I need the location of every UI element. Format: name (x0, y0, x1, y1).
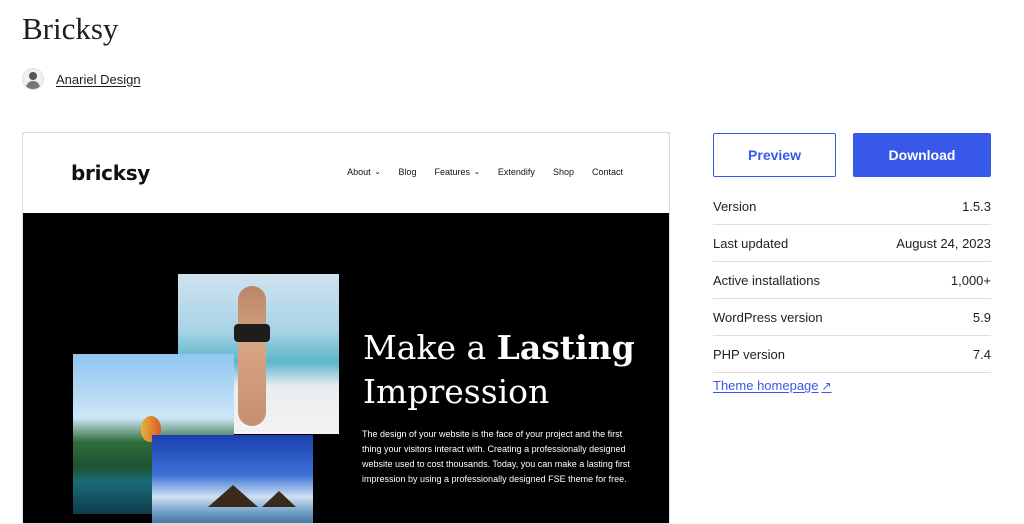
preview-hero-text: The design of your website is the face o… (362, 429, 630, 484)
preview-nav-features: Features ⌄ (434, 167, 480, 177)
preview-nav-about: About ⌄ (347, 167, 381, 177)
external-link-icon: ↗ (821, 378, 832, 393)
meta-row-php-version: PHP version 7.4 (713, 336, 991, 373)
meta-row-active-installations: Active installations 1,000+ (713, 262, 991, 299)
preview-site-nav: About ⌄ Blog Features ⌄ Extendify Shop Con… (329, 167, 623, 177)
chevron-down-icon: ⌄ (374, 169, 381, 176)
theme-screenshot: bricksy About ⌄ Blog Features ⌄ Extendify … (22, 132, 670, 524)
download-button[interactable]: Download (853, 133, 991, 177)
author-avatar (22, 68, 44, 90)
theme-homepage-link[interactable]: Theme homepage ↗ (713, 378, 832, 393)
author-line: Anariel Design (22, 68, 141, 90)
preview-nav-extendify: Extendify (497, 167, 535, 177)
author-link[interactable]: Anariel Design (56, 72, 141, 87)
theme-meta-list: Version 1.5.3 Last updated August 24, 2023… (713, 188, 991, 373)
preview-site-header: bricksy About ⌄ Blog Features ⌄ Extendify … (23, 133, 669, 213)
chevron-down-icon: ⌄ (474, 169, 480, 176)
theme-title: Bricksy (22, 11, 119, 46)
preview-nav-blog: Blog (398, 167, 417, 177)
preview-hero-title: Make a Lasting Impression (363, 328, 635, 411)
meta-row-wordpress-version: WordPress version 5.9 (713, 299, 991, 336)
preview-site-logo: bricksy (71, 161, 151, 185)
meta-row-last-updated: Last updated August 24, 2023 (713, 225, 991, 262)
preview-nav-contact: Contact (591, 167, 623, 177)
meta-row-version: Version 1.5.3 (713, 188, 991, 225)
preview-button[interactable]: Preview (713, 133, 836, 177)
preview-nav-shop: Shop (552, 167, 574, 177)
preview-hero: Make a Lasting Impression The design of … (23, 213, 669, 523)
resort-photo (152, 435, 313, 523)
